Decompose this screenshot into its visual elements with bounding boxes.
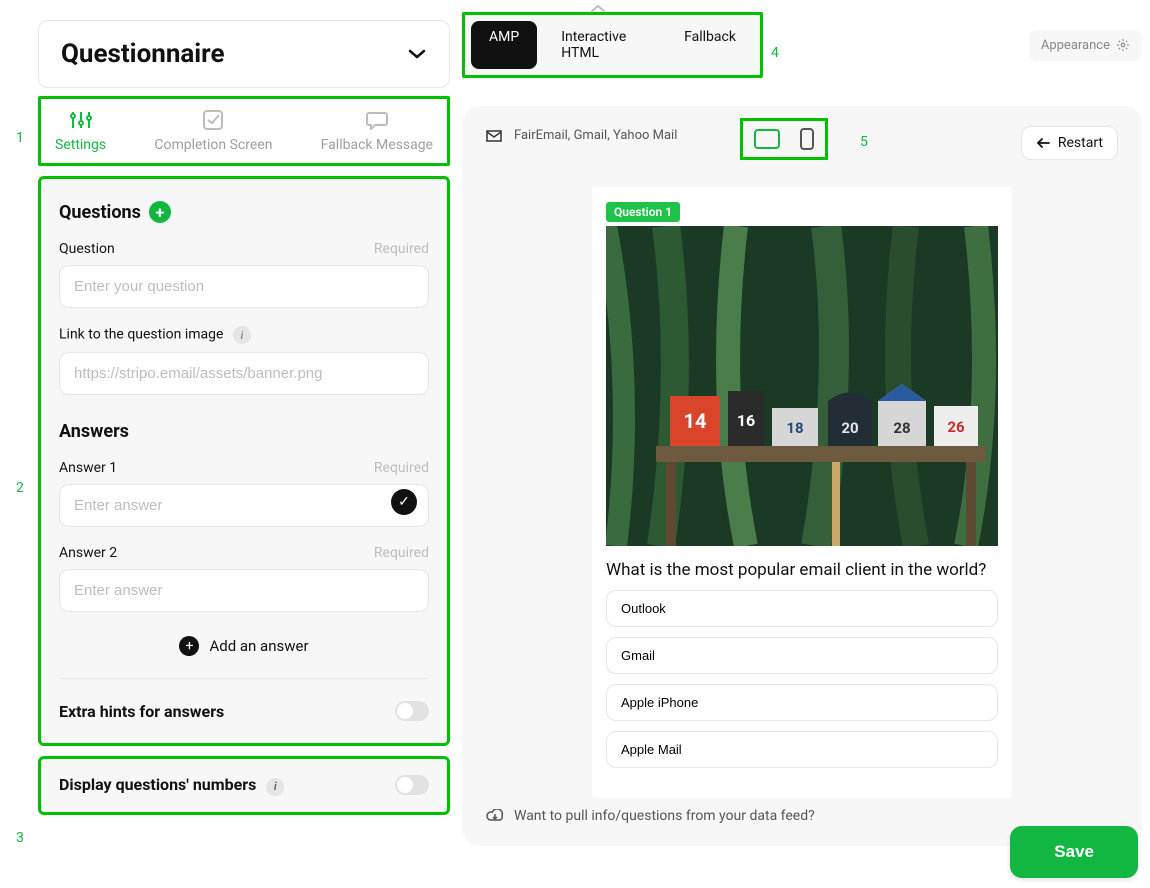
answer1-label: Answer 1	[59, 460, 117, 476]
questions-panel: Questions + Question Required Link to th…	[38, 176, 450, 746]
chat-icon	[365, 109, 389, 131]
preview-answer-3[interactable]: Apple Mail	[606, 731, 998, 768]
view-mode-tabs: AMP Interactive HTML Fallback	[462, 12, 763, 78]
appearance-label: Appearance	[1041, 38, 1110, 53]
tab-fallback[interactable]: Fallback Message	[321, 109, 433, 153]
tab-fallback-label: Fallback Message	[321, 137, 433, 153]
question-input[interactable]	[59, 265, 429, 308]
annotation-1: 1	[16, 130, 24, 146]
data-feed-label: Want to pull info/questions from your da…	[514, 808, 815, 824]
restart-arrow-icon	[1036, 138, 1050, 148]
info-icon[interactable]: i	[233, 326, 251, 344]
preview-answer-0[interactable]: Outlook	[606, 590, 998, 627]
annotation-5: 5	[860, 134, 868, 150]
plus-icon: +	[179, 636, 199, 656]
checkbox-icon	[201, 109, 225, 131]
image-label: Link to the question image	[59, 327, 223, 343]
device-toggle	[740, 118, 828, 160]
extra-hints-toggle[interactable]	[395, 701, 429, 721]
answer1-required: Required	[374, 460, 429, 476]
question-required: Required	[374, 241, 429, 257]
question-label: Question	[59, 241, 115, 257]
tab-settings-label: Settings	[55, 137, 106, 153]
svg-text:18: 18	[786, 419, 803, 437]
answer2-input[interactable]	[59, 569, 429, 612]
tab-settings[interactable]: Settings	[55, 109, 106, 153]
questions-heading-row: Questions +	[59, 201, 429, 223]
questions-heading: Questions	[59, 202, 141, 223]
svg-text:16: 16	[737, 411, 755, 430]
view-tab-amp[interactable]: AMP	[471, 21, 537, 69]
save-button[interactable]: Save	[1010, 826, 1138, 878]
preview-question-text: What is the most popular email client in…	[606, 560, 998, 580]
annotation-2: 2	[16, 480, 24, 496]
tab-completion[interactable]: Completion Screen	[154, 109, 272, 153]
display-numbers-panel: Display questions' numbers i	[38, 756, 450, 815]
divider	[59, 678, 429, 679]
builder-tabs: Settings Completion Screen Fallback Mess…	[38, 96, 450, 166]
preview-card: FairEmail, Gmail, Yahoo Mail 5 Restart Q…	[462, 106, 1142, 846]
restart-button[interactable]: Restart	[1021, 126, 1118, 160]
question-badge: Question 1	[606, 202, 680, 222]
extra-hints-label: Extra hints for answers	[59, 702, 224, 721]
email-preview: Question 1 14 16	[592, 187, 1012, 798]
annotation-4: 4	[771, 45, 779, 61]
desktop-view-button[interactable]	[753, 128, 781, 150]
chevron-down-icon	[407, 48, 427, 60]
image-url-input[interactable]	[59, 352, 429, 395]
tab-completion-label: Completion Screen	[154, 137, 272, 153]
data-feed-prompt[interactable]: Want to pull info/questions from your da…	[486, 808, 815, 824]
add-question-button[interactable]: +	[149, 201, 171, 223]
preview-answer-2[interactable]: Apple iPhone	[606, 684, 998, 721]
answers-heading: Answers	[59, 421, 429, 442]
mobile-view-button[interactable]	[799, 127, 815, 151]
restart-label: Restart	[1058, 135, 1103, 151]
annotation-3: 3	[16, 830, 24, 846]
email-clients-label: FairEmail, Gmail, Yahoo Mail	[514, 128, 677, 143]
page-title: Questionnaire	[61, 39, 225, 69]
view-tab-fallback[interactable]: Fallback	[666, 21, 754, 69]
add-answer-label: Add an answer	[209, 637, 308, 655]
add-answer-button[interactable]: + Add an answer	[59, 636, 429, 656]
question-image: 14 16 18 20 28 26	[606, 226, 998, 546]
display-numbers-label: Display questions' numbers	[59, 775, 256, 794]
question-label-row: Question Required	[59, 241, 429, 257]
appearance-button[interactable]: Appearance	[1029, 30, 1142, 61]
preview-answer-1[interactable]: Gmail	[606, 637, 998, 674]
svg-text:20: 20	[841, 419, 858, 437]
answer2-label: Answer 2	[59, 545, 117, 561]
correct-answer-toggle[interactable]: ✓	[391, 489, 417, 515]
image-label-row: Link to the question image i	[59, 326, 429, 344]
answer2-label-row: Answer 2 Required	[59, 545, 429, 561]
cloud-icon	[486, 809, 504, 823]
svg-text:14: 14	[684, 409, 707, 433]
answer1-label-row: Answer 1 Required	[59, 460, 429, 476]
answer1-input[interactable]	[59, 484, 429, 527]
info-icon[interactable]: i	[266, 778, 284, 796]
display-numbers-toggle[interactable]	[395, 775, 429, 795]
answer2-required: Required	[374, 545, 429, 561]
title-card[interactable]: Questionnaire	[38, 20, 450, 88]
sliders-icon	[69, 109, 93, 131]
svg-text:26: 26	[947, 418, 965, 436]
view-tab-interactive[interactable]: Interactive HTML	[543, 21, 660, 69]
svg-text:28: 28	[893, 419, 910, 437]
gear-icon	[1116, 38, 1130, 52]
mail-icon	[486, 130, 502, 142]
